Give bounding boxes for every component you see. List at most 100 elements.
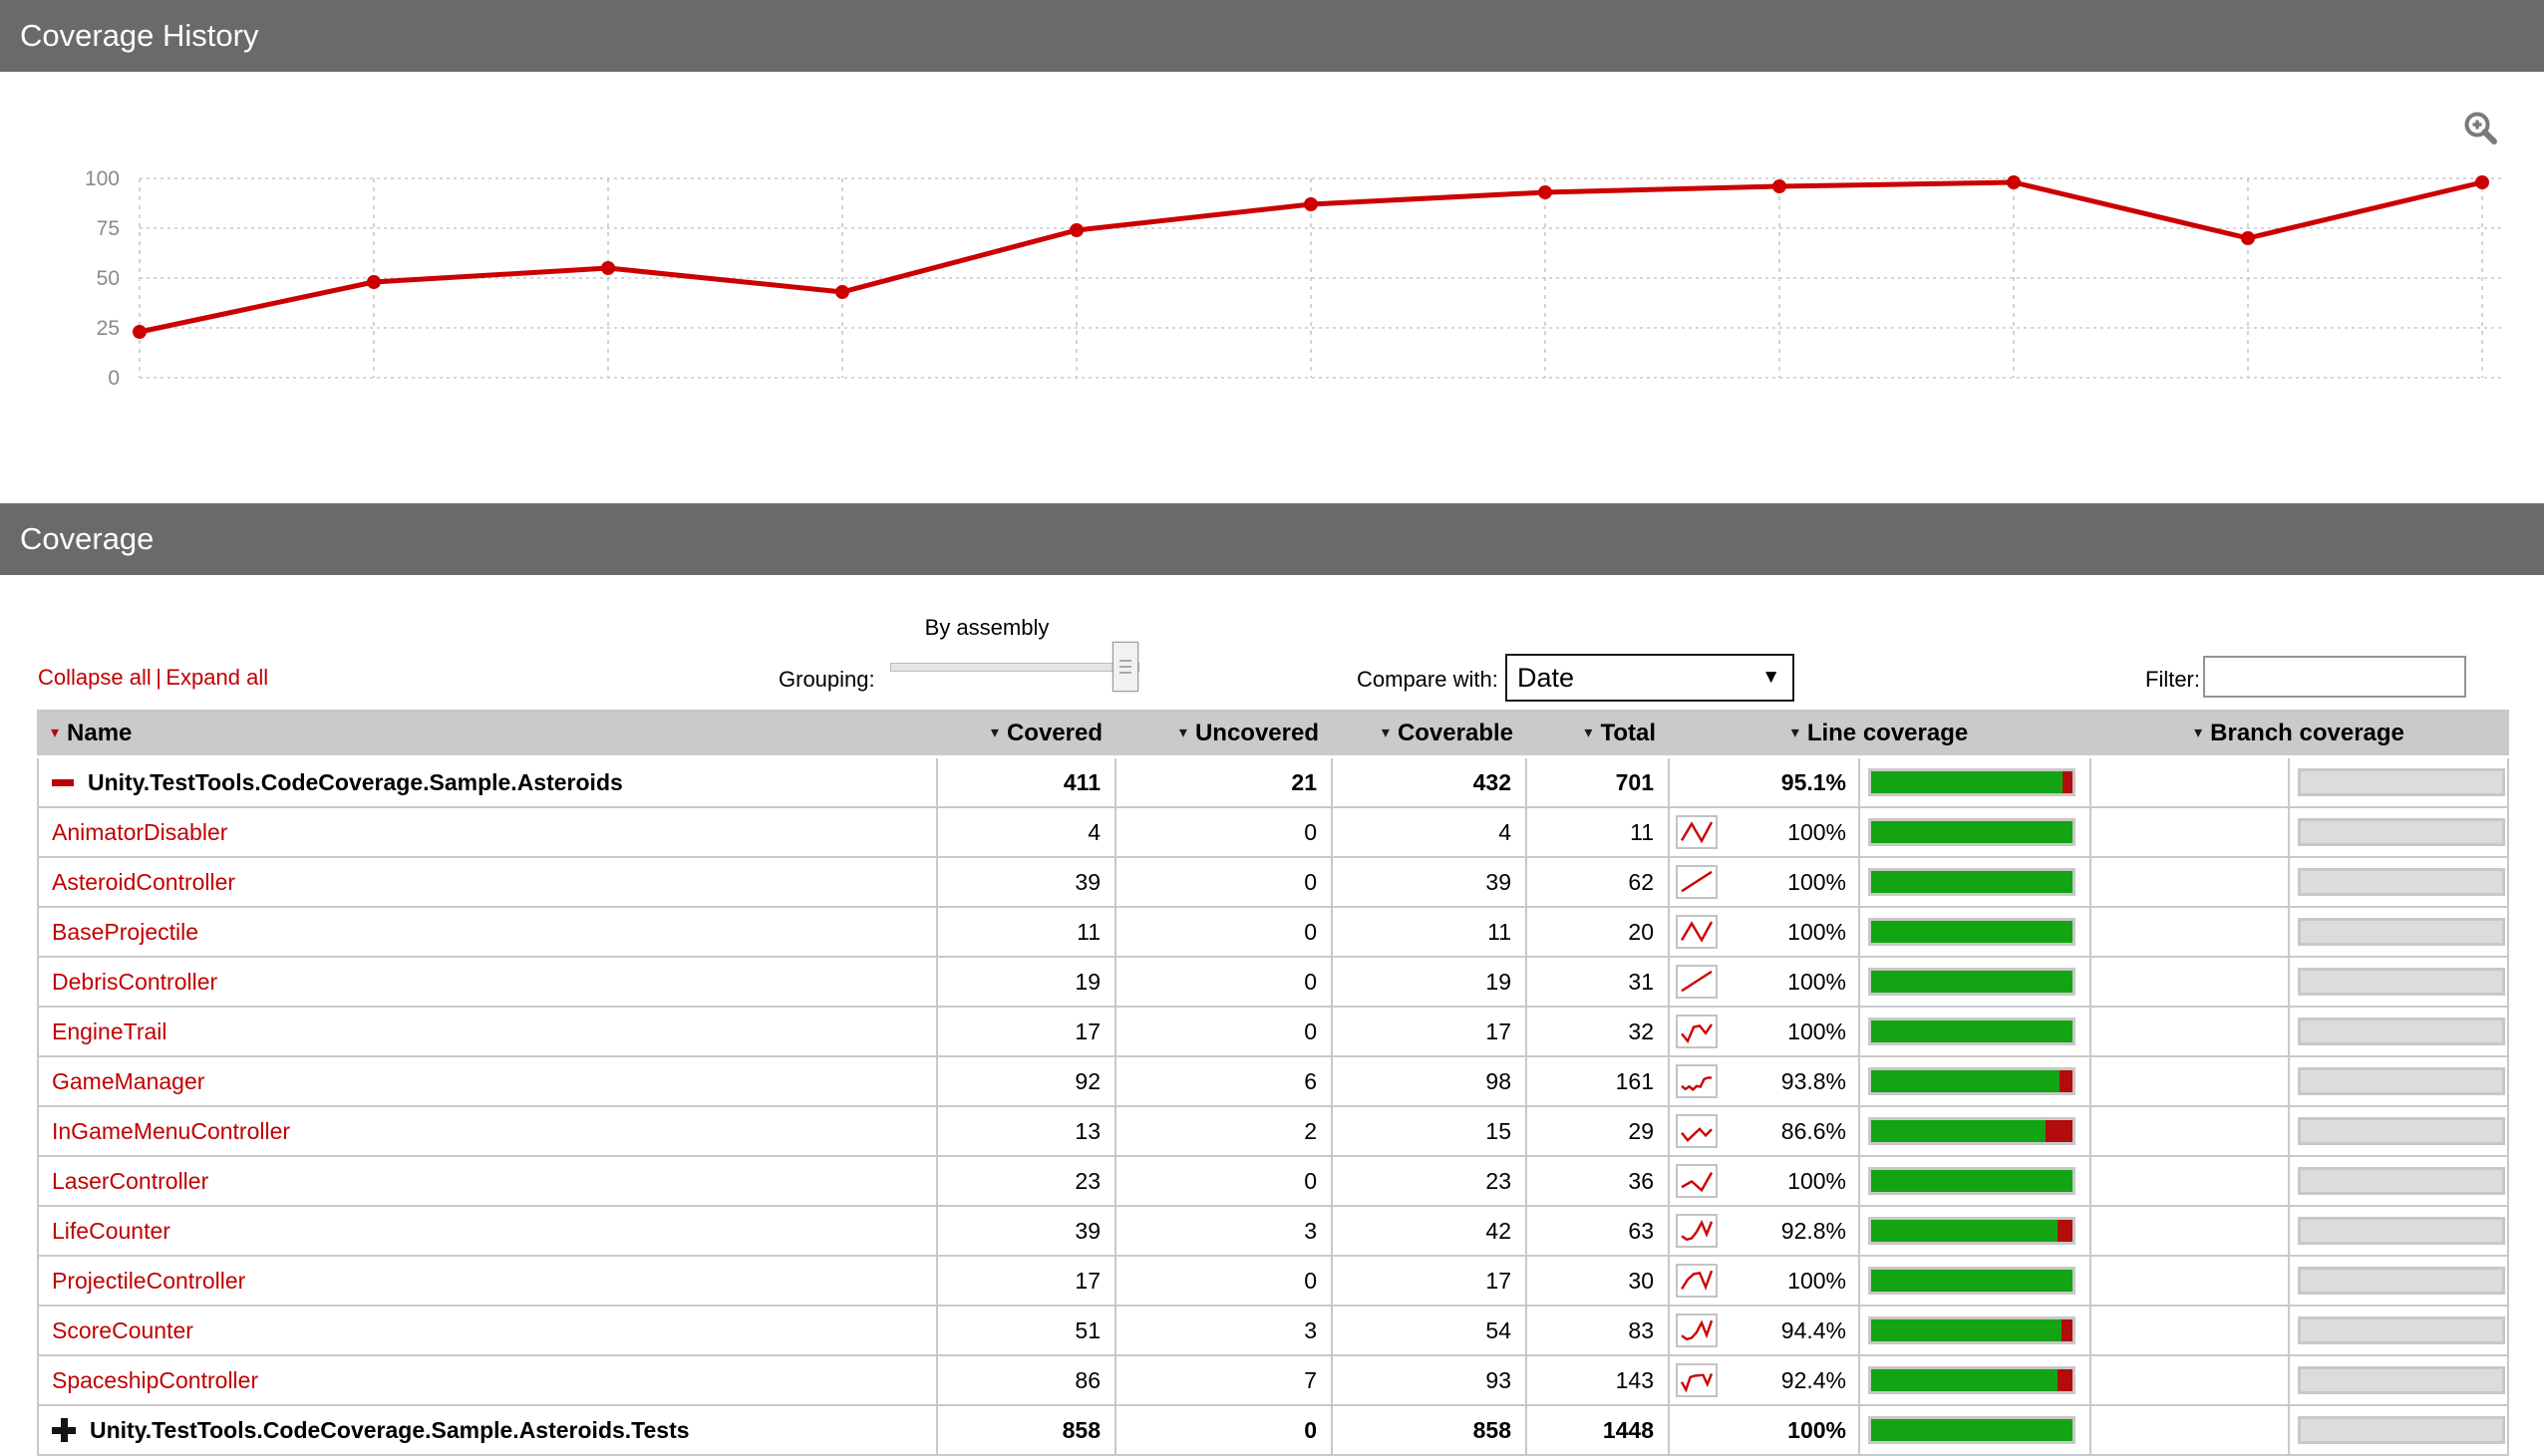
grouping-current-value: By assembly <box>924 615 1050 640</box>
class-name-link[interactable]: BaseProjectile <box>52 919 198 946</box>
covered-cell: 39 <box>936 1205 1116 1257</box>
line-coverage-percent-cell: 100% <box>1668 1155 1860 1207</box>
coverage-history-sparkline-icon[interactable] <box>1676 1313 1718 1347</box>
grouping-label: Grouping: <box>779 667 875 692</box>
class-row: DebrisController 19 0 19 31 100% <box>37 956 2510 1008</box>
column-header-name[interactable]: ▾ Name <box>37 710 938 758</box>
class-name-link[interactable]: ProjectileController <box>52 1268 245 1295</box>
class-name-link[interactable]: AsteroidController <box>52 869 235 896</box>
class-row: BaseProjectile 11 0 11 20 100% <box>37 906 2510 958</box>
sort-arrow-icon: ▾ <box>990 725 999 741</box>
coverage-history-sparkline-icon[interactable] <box>1676 1264 1718 1298</box>
uncovered-cell: 7 <box>1114 1354 1333 1406</box>
branch-coverage-bar <box>2298 1018 2505 1045</box>
covered-cell: 92 <box>936 1055 1116 1107</box>
column-header-uncovered[interactable]: ▾ Uncovered <box>1114 710 1333 758</box>
line-coverage-bar-cell <box>1858 1205 2091 1257</box>
class-name-link[interactable]: LifeCounter <box>52 1218 170 1245</box>
class-row: AnimatorDisabler 4 0 4 11 100% <box>37 806 2510 858</box>
line-coverage-percent-cell: 100% <box>1668 1255 1860 1307</box>
class-name-link[interactable]: LaserController <box>52 1168 208 1195</box>
grouping-slider-track[interactable] <box>890 663 1139 672</box>
coverage-history-sparkline-icon[interactable] <box>1676 1214 1718 1248</box>
covered-cell: 17 <box>936 1255 1116 1307</box>
coverage-history-sparkline-icon[interactable] <box>1676 865 1718 899</box>
class-name-link[interactable]: AnimatorDisabler <box>52 819 227 846</box>
class-name-link[interactable]: DebrisController <box>52 969 217 996</box>
zoom-in-icon[interactable] <box>2462 110 2500 147</box>
branch-coverage-bar-cell <box>2287 1305 2510 1356</box>
grouping-slider-thumb[interactable] <box>1113 642 1138 692</box>
coverable-cell: 42 <box>1331 1205 1527 1257</box>
class-name-link[interactable]: GameManager <box>52 1068 204 1095</box>
coverage-history-sparkline-icon[interactable] <box>1676 815 1718 849</box>
name-cell: AsteroidController <box>37 856 938 908</box>
collapse-group-icon[interactable] <box>52 778 74 786</box>
branch-coverage-percent-cell <box>2089 1006 2290 1057</box>
total-cell: 29 <box>1525 1105 1670 1157</box>
line-coverage-bar <box>1868 918 2075 946</box>
select-dropdown-arrow-icon: ▼ <box>1761 667 1780 688</box>
total-cell: 36 <box>1525 1155 1670 1207</box>
class-name-link[interactable]: SpaceshipController <box>52 1367 258 1394</box>
branch-coverage-bar <box>2298 968 2505 996</box>
branch-coverage-bar <box>2298 1067 2505 1095</box>
uncovered-cell: 0 <box>1114 1006 1333 1057</box>
expand-group-icon[interactable] <box>52 1418 76 1442</box>
total-cell: 83 <box>1525 1305 1670 1356</box>
class-row: SpaceshipController 86 7 93 143 92.4% <box>37 1354 2510 1406</box>
line-coverage-percent-cell: 100% <box>1668 1404 1860 1456</box>
class-row: EngineTrail 17 0 17 32 100% <box>37 1006 2510 1057</box>
line-coverage-percent: 100% <box>1787 1416 1846 1443</box>
branch-coverage-percent-cell <box>2089 1205 2290 1257</box>
branch-coverage-bar-cell <box>2287 1354 2510 1406</box>
branch-coverage-bar <box>2298 1316 2505 1344</box>
coverage-history-sparkline-icon[interactable] <box>1676 1114 1718 1148</box>
class-row: GameManager 92 6 98 161 93.8% <box>37 1055 2510 1107</box>
line-coverage-bar <box>1868 968 2075 996</box>
uncovered-cell: 0 <box>1114 1404 1333 1456</box>
column-header-coverable[interactable]: ▾ Coverable <box>1331 710 1527 758</box>
class-name-link[interactable]: EngineTrail <box>52 1019 166 1045</box>
column-header-branch-coverage[interactable]: ▾ Branch coverage <box>2088 710 2510 758</box>
coverage-history-sparkline-icon[interactable] <box>1676 1164 1718 1198</box>
total-cell: 1448 <box>1525 1404 1670 1456</box>
column-header-total-label: Total <box>1600 720 1656 746</box>
column-header-name-label: Name <box>67 720 133 746</box>
y-axis-tick-label: 25 <box>97 317 120 340</box>
uncovered-cell: 3 <box>1114 1205 1333 1257</box>
line-coverage-percent: 95.1% <box>1780 768 1846 795</box>
filter-input[interactable] <box>2203 656 2466 698</box>
coverage-history-sparkline-icon[interactable] <box>1676 965 1718 999</box>
branch-coverage-bar <box>2298 1267 2505 1295</box>
column-header-covered[interactable]: ▾ Covered <box>936 710 1116 758</box>
name-cell: AnimatorDisabler <box>37 806 938 858</box>
column-header-total[interactable]: ▾ Total <box>1525 710 1670 758</box>
compare-with-select[interactable]: Date ▼ <box>1505 654 1794 702</box>
line-coverage-bar <box>1868 868 2075 896</box>
branch-coverage-bar <box>2298 1416 2505 1444</box>
column-header-line-coverage[interactable]: ▾ Line coverage <box>1668 710 2091 758</box>
class-name-link[interactable]: ScoreCounter <box>52 1317 193 1344</box>
coverage-history-sparkline-icon[interactable] <box>1676 1363 1718 1397</box>
line-coverage-bar <box>1868 818 2075 846</box>
total-cell: 701 <box>1525 755 1670 808</box>
links-separator: | <box>156 665 161 690</box>
line-coverage-percent-cell: 100% <box>1668 806 1860 858</box>
sort-arrow-icon: ▾ <box>1584 725 1593 741</box>
coverage-history-sparkline-icon[interactable] <box>1676 1015 1718 1048</box>
name-cell: GameManager <box>37 1055 938 1107</box>
collapse-all-link[interactable]: Collapse all <box>38 665 152 690</box>
coverage-title: Coverage <box>20 521 155 556</box>
covered-cell: 17 <box>936 1006 1116 1057</box>
y-axis-tick-label: 100 <box>85 167 120 190</box>
coverage-history-sparkline-icon[interactable] <box>1676 915 1718 949</box>
expand-all-link[interactable]: Expand all <box>165 665 268 690</box>
line-coverage-percent-cell: 100% <box>1668 1006 1860 1057</box>
class-name-link[interactable]: InGameMenuController <box>52 1118 290 1145</box>
coverage-history-sparkline-icon[interactable] <box>1676 1064 1718 1098</box>
sort-arrow-icon: ▾ <box>51 725 60 741</box>
line-coverage-bar-cell <box>1858 755 2091 808</box>
branch-coverage-percent-cell <box>2089 755 2290 808</box>
coverage-history-point <box>601 261 615 275</box>
